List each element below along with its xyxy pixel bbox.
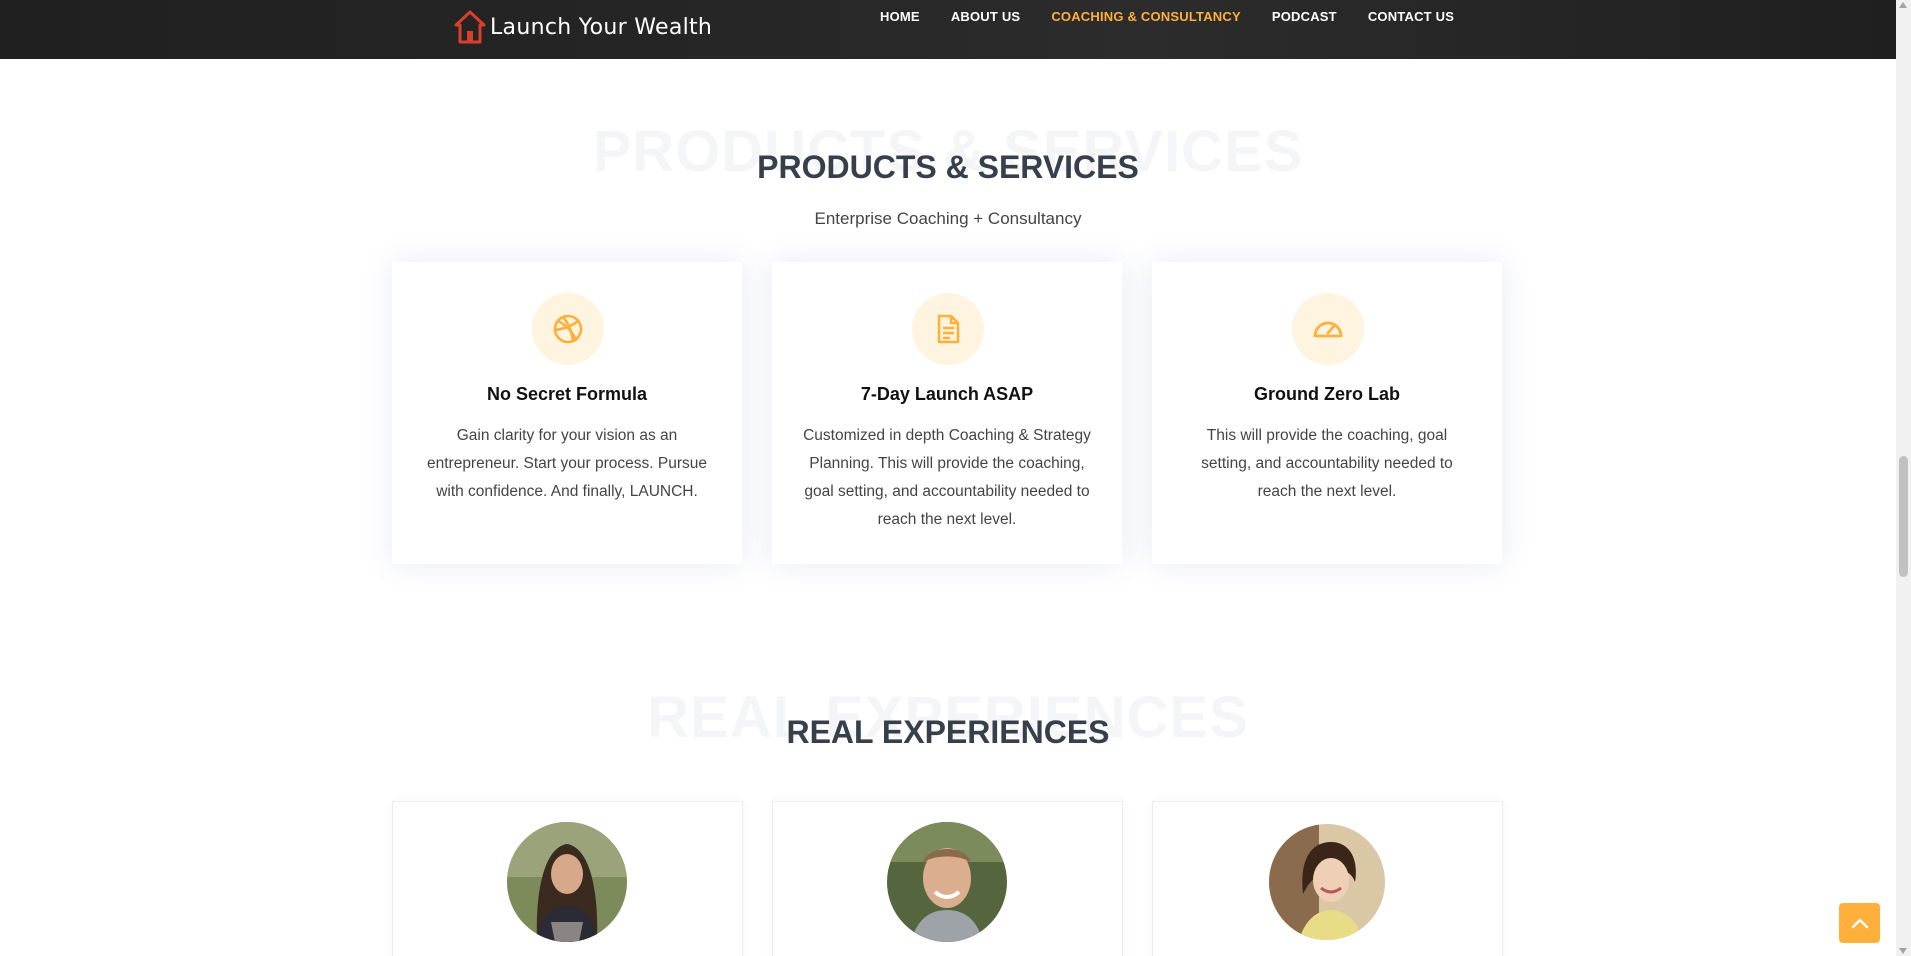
service-card-ground-zero-lab[interactable]: Ground Zero Lab This will provide the co…: [1152, 262, 1502, 564]
service-title: No Secret Formula: [486, 384, 648, 404]
testimonials-title: REAL EXPERIENCES: [786, 714, 1110, 750]
avatar-man-smiling: [887, 822, 1007, 942]
avatar-woman-updo: [1269, 824, 1385, 940]
nav-podcast[interactable]: PODCAST: [1272, 9, 1337, 24]
service-card-7-day-launch[interactable]: 7-Day Launch ASAP Customized in depth Co…: [772, 262, 1122, 564]
avatar-woman-dark-hair: [507, 822, 627, 942]
nav-home[interactable]: HOME: [880, 9, 920, 24]
service-title: Ground Zero Lab: [1254, 384, 1400, 404]
service-description: This will provide the coaching, goal set…: [1201, 427, 1453, 500]
service-description: Gain clarity for your vision as an entre…: [426, 427, 707, 500]
back-to-top-button[interactable]: [1839, 903, 1880, 943]
nav-about-us[interactable]: ABOUT US: [951, 9, 1021, 24]
site-header: Launch Your Wealth HOME ABOUT US COACHIN…: [0, 0, 1896, 59]
service-title: 7-Day Launch ASAP: [860, 384, 1034, 404]
service-icon-badge: [1292, 293, 1364, 365]
page-scrollbar[interactable]: [1896, 0, 1911, 956]
service-icon-badge: [532, 293, 604, 365]
main-nav: HOME ABOUT US COACHING & CONSULTANCY POD…: [880, 9, 1485, 24]
services-subtitle: Enterprise Coaching + Consultancy: [814, 209, 1082, 228]
service-description: Customized in depth Coaching & Strategy …: [803, 427, 1091, 528]
file-text-icon: [937, 314, 960, 344]
nav-coaching-consultancy[interactable]: COACHING & CONSULTANCY: [1051, 9, 1241, 24]
house-logo-icon: [454, 10, 486, 44]
services-title: PRODUCTS & SERVICES: [757, 149, 1139, 185]
service-card-no-secret-formula[interactable]: No Secret Formula Gain clarity for your …: [392, 262, 742, 564]
dribbble-icon: [553, 314, 583, 344]
logo-text: Launch Your Wealth: [490, 14, 713, 40]
nav-contact-us[interactable]: CONTACT US: [1368, 9, 1454, 24]
scroll-down-arrow-icon[interactable]: [1899, 948, 1907, 954]
chevron-up-icon: [1851, 918, 1868, 929]
service-icon-badge: [912, 293, 984, 365]
scroll-up-arrow-icon[interactable]: [1899, 2, 1907, 8]
scrollbar-thumb[interactable]: [1899, 456, 1908, 577]
logo[interactable]: Launch Your Wealth: [454, 10, 712, 44]
speedometer-icon: [1313, 321, 1343, 338]
